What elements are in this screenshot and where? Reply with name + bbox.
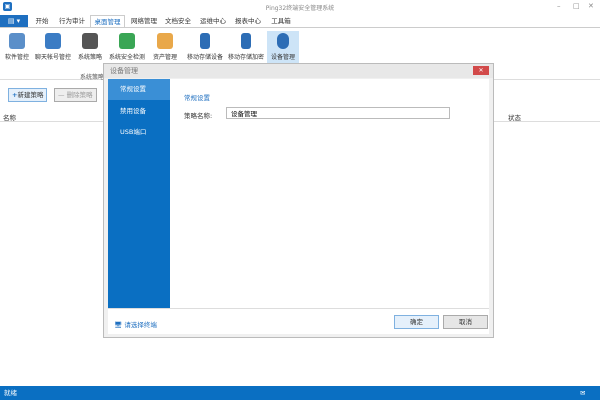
label: 移动存储加密 (227, 54, 264, 61)
cancel-button[interactable]: 取消 (443, 315, 488, 329)
storage-encryption-button[interactable]: 移动存储加密 (227, 31, 265, 66)
minimize-button[interactable]: – (557, 2, 561, 10)
tools-icon (82, 33, 98, 49)
message-icon[interactable]: ✉ (580, 386, 585, 400)
chat-account-control-button[interactable]: 聊天帐号管控 (33, 31, 73, 66)
house-icon (157, 33, 173, 49)
minus-icon: — (58, 91, 67, 99)
status-text: 就绪 (4, 389, 17, 397)
policy-name-input[interactable] (226, 107, 450, 119)
ribbon-tabs: ▤ ▾ 开始 行为审计 桌面管理 网络管理 文档安全 运维中心 报表中心 工具箱 (0, 14, 600, 28)
nav-usb-port[interactable]: USB端口 (108, 122, 170, 143)
device-management-dialog: 设备管理 ✕ 常规设置 禁用设备 USB端口 常规设置 策略名称: 🖥 请选择终… (103, 63, 494, 338)
label: 资产管理 (152, 54, 177, 61)
dialog-body: 常规设置 禁用设备 USB端口 常规设置 策略名称: 🖥 请选择终端 确定 取消 (108, 79, 489, 334)
maximize-button[interactable]: □ (573, 2, 580, 10)
ok-button[interactable]: 确定 (394, 315, 439, 329)
nav-disabled-devices[interactable]: 禁用设备 (108, 101, 170, 122)
dialog-title: 设备管理 (104, 64, 493, 78)
section-title: 常规设置 (184, 94, 210, 102)
new-policy-button[interactable]: +新建策略 (8, 88, 48, 102)
close-button[interactable]: ✕ (588, 2, 594, 10)
software-control-button[interactable]: 软件管控 (3, 31, 31, 66)
label: 请选择终端 (124, 321, 157, 329)
asset-management-button[interactable]: 资产管理 (150, 31, 180, 66)
label: 新建策略 (17, 91, 44, 99)
dialog-footer: 🖥 请选择终端 确定 取消 (108, 308, 489, 334)
label: 聊天帐号管控 (34, 54, 71, 61)
label: 系统安全检测 (108, 54, 145, 61)
monitor-icon: 🖥 (114, 321, 125, 329)
delete-policy-button[interactable]: — 删除策略 (54, 88, 97, 102)
select-terminal-link[interactable]: 🖥 请选择终端 (114, 319, 157, 329)
usb-lock-icon (241, 33, 251, 49)
column-name[interactable]: 名称 (3, 112, 16, 122)
title-bar: ▣ Ping32终端安全管理系统 – □ ✕ (0, 0, 600, 14)
ribbon-group-label: 系统策略 (80, 74, 105, 81)
label: 软件管控 (4, 54, 29, 61)
label: 移动存储设备 (186, 54, 223, 61)
usb-drive-icon (200, 33, 210, 49)
dialog-close-button[interactable]: ✕ (473, 66, 489, 75)
dialog-nav: 常规设置 禁用设备 USB端口 (108, 79, 170, 308)
column-status[interactable]: 状态 (508, 112, 521, 122)
bluetooth-icon (277, 33, 289, 49)
software-icon (9, 33, 25, 49)
shield-icon (119, 33, 135, 49)
nav-general-settings[interactable]: 常规设置 (108, 79, 170, 100)
window-title: Ping32终端安全管理系统 (265, 5, 335, 12)
label: 删除策略 (66, 91, 93, 99)
system-security-check-button[interactable]: 系统安全检测 (107, 31, 147, 66)
chat-icon (45, 33, 61, 49)
label: 系统策略 (77, 54, 102, 61)
removable-storage-button[interactable]: 移动存储设备 (185, 31, 225, 66)
status-bar: 就绪 ✉ (0, 386, 600, 400)
policy-name-label: 策略名称: (184, 112, 213, 120)
label: 设备管理 (270, 54, 295, 61)
device-management-button[interactable]: 设备管理 (267, 31, 299, 66)
system-policy-button[interactable]: 系统策略 (76, 31, 104, 66)
